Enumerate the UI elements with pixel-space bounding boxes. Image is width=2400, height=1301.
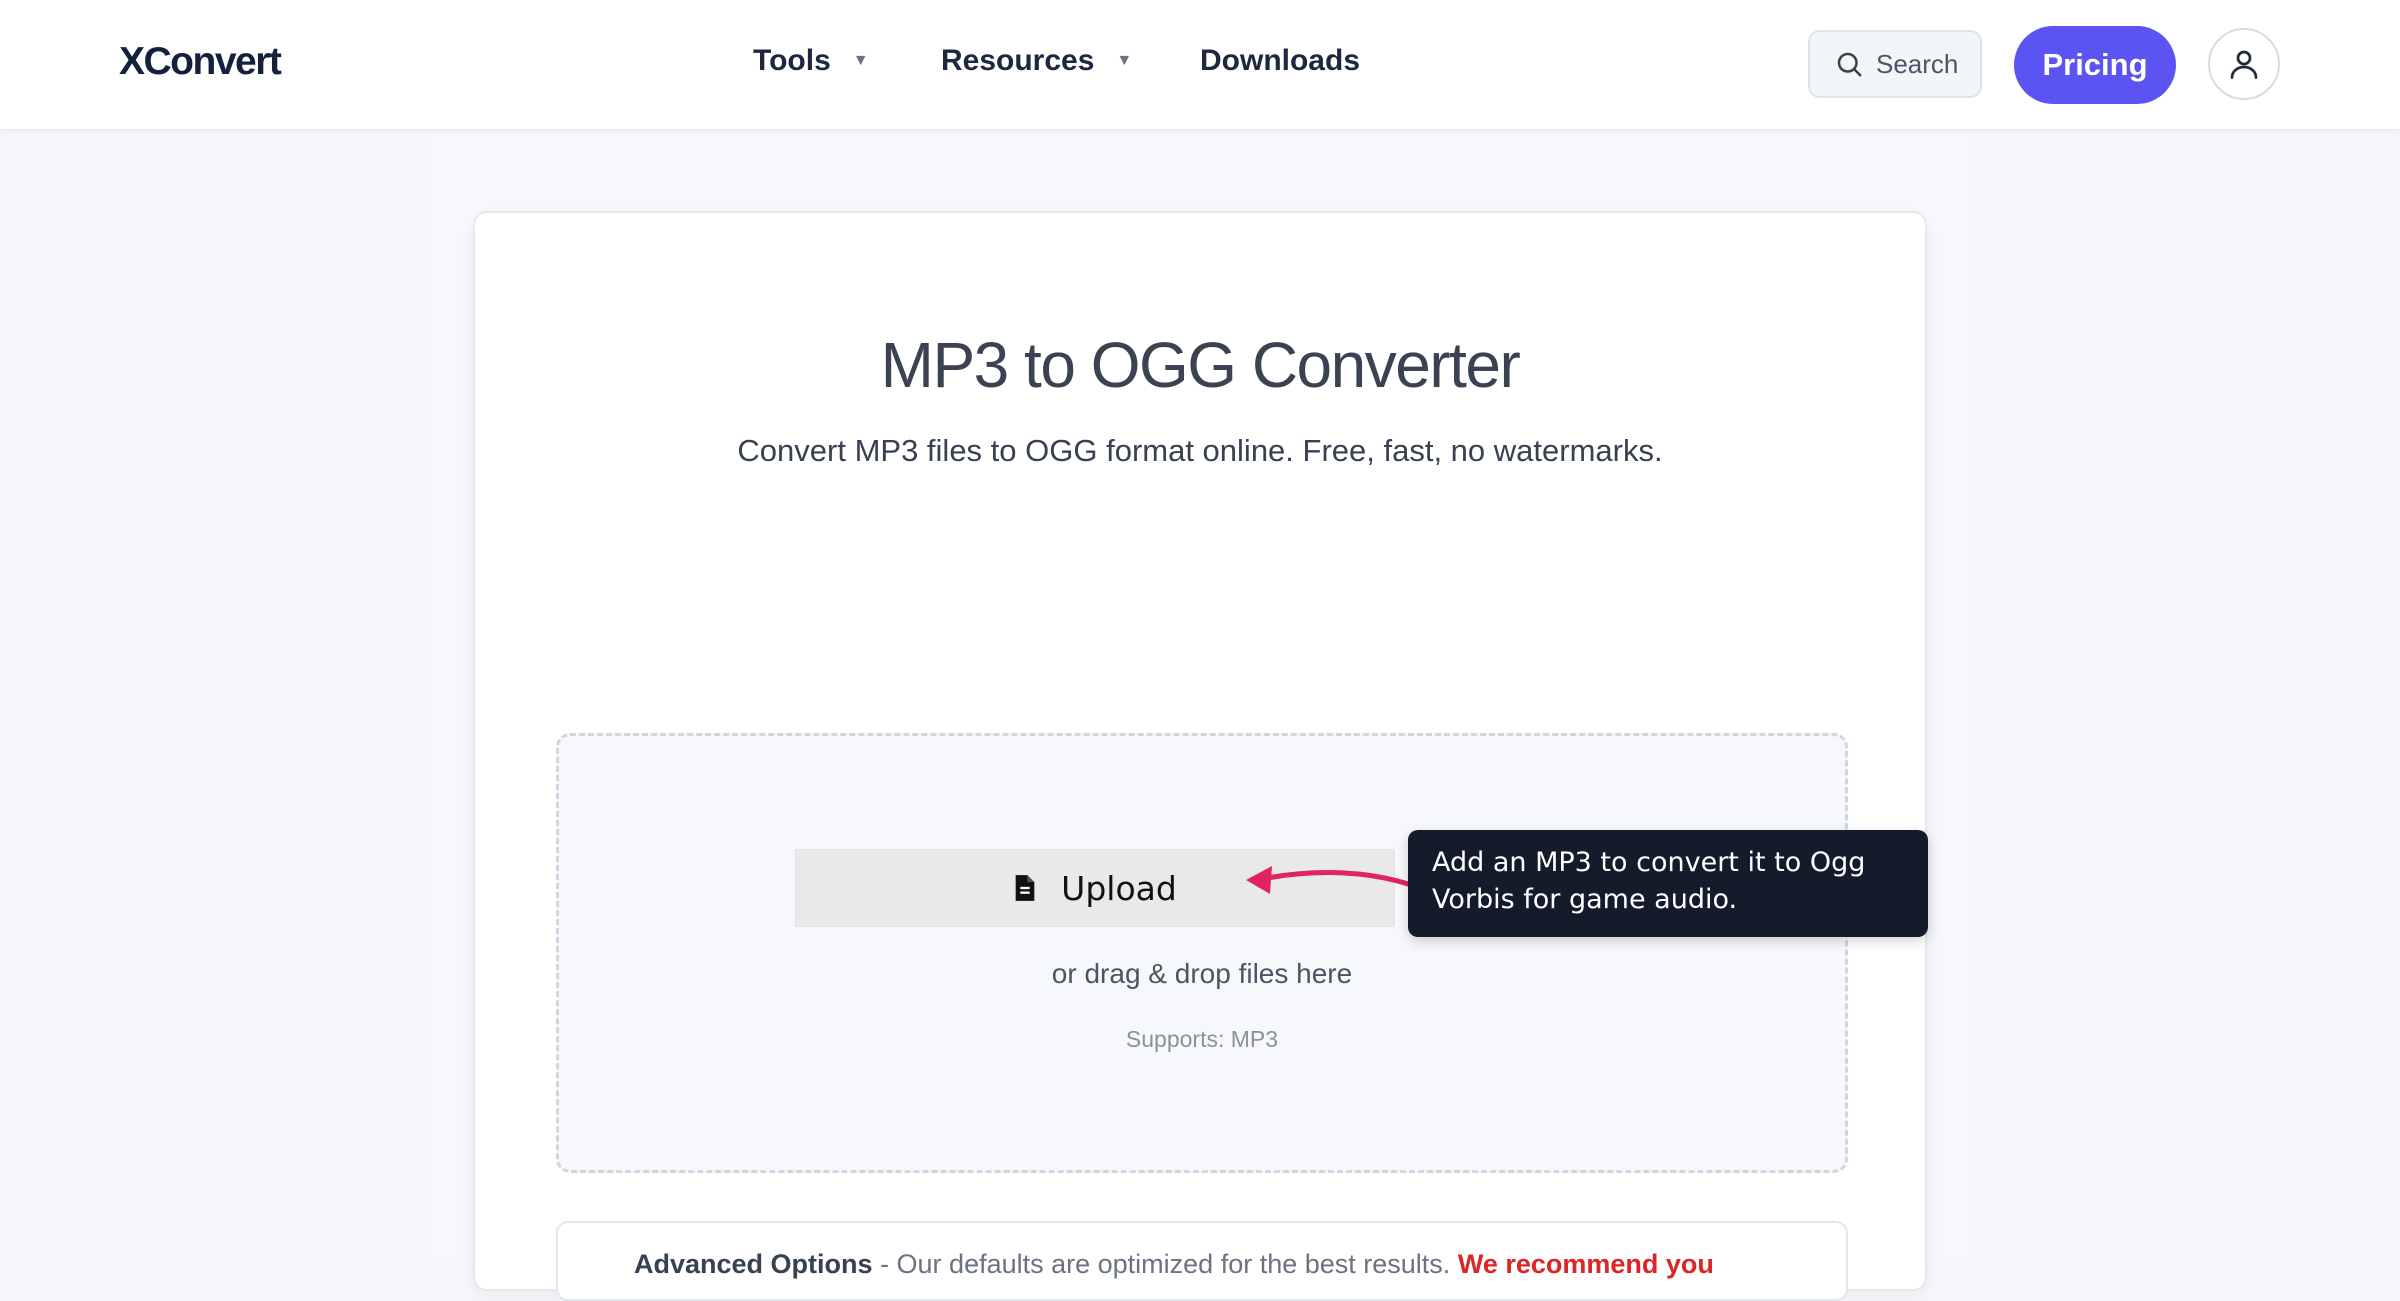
advanced-options-bar[interactable]: Advanced Options - Our defaults are opti…	[556, 1221, 1848, 1301]
search-icon	[1837, 52, 1862, 77]
chevron-down-icon: ▼	[852, 52, 869, 69]
advanced-options-heading: Advanced Options	[634, 1249, 873, 1279]
top-navbar: XConvert Tools ▼ Resources ▼ Downloads S…	[0, 0, 2400, 129]
upload-button[interactable]: Upload	[795, 849, 1395, 927]
search-label: Search	[1876, 48, 1959, 79]
nav-tools-label: Tools	[753, 44, 831, 77]
page-subtitle: Convert MP3 files to OGG format online. …	[737, 433, 1663, 468]
nav-downloads[interactable]: Downloads	[1200, 44, 1360, 78]
pricing-button[interactable]: Pricing	[2014, 26, 2176, 104]
nav-downloads-label: Downloads	[1200, 44, 1361, 77]
search-button[interactable]: Search	[1808, 30, 1982, 98]
upload-tooltip: Add an MP3 to convert it to Ogg Vorbis f…	[1408, 830, 1928, 937]
page-title: MP3 to OGG Converter	[880, 329, 1521, 401]
chevron-down-icon: ▼	[1116, 52, 1133, 69]
file-dropzone[interactable]: Upload or drag & drop files here Support…	[556, 733, 1848, 1173]
nav-tools[interactable]: Tools ▼	[753, 44, 869, 78]
upload-label: Upload	[1061, 868, 1177, 908]
converter-card: MP3 to OGG Converter Convert MP3 files t…	[473, 211, 1927, 1301]
advanced-options-description: - Our defaults are optimized for the bes…	[880, 1249, 1451, 1279]
supported-formats: Supports: MP3	[1125, 1026, 1279, 1052]
nav-resources[interactable]: Resources ▼	[941, 44, 1132, 78]
account-button[interactable]	[2208, 28, 2280, 100]
nav-resources-label: Resources	[941, 44, 1095, 77]
site-logo[interactable]: XConvert	[119, 40, 282, 84]
user-icon	[2230, 50, 2258, 79]
drag-drop-hint: or drag & drop files here	[1051, 958, 1353, 989]
file-icon	[1015, 875, 1035, 901]
advanced-options-text: Advanced Options - Our defaults are opti…	[634, 1249, 1714, 1280]
advanced-options-recommendation: We recommend you	[1457, 1249, 1714, 1279]
